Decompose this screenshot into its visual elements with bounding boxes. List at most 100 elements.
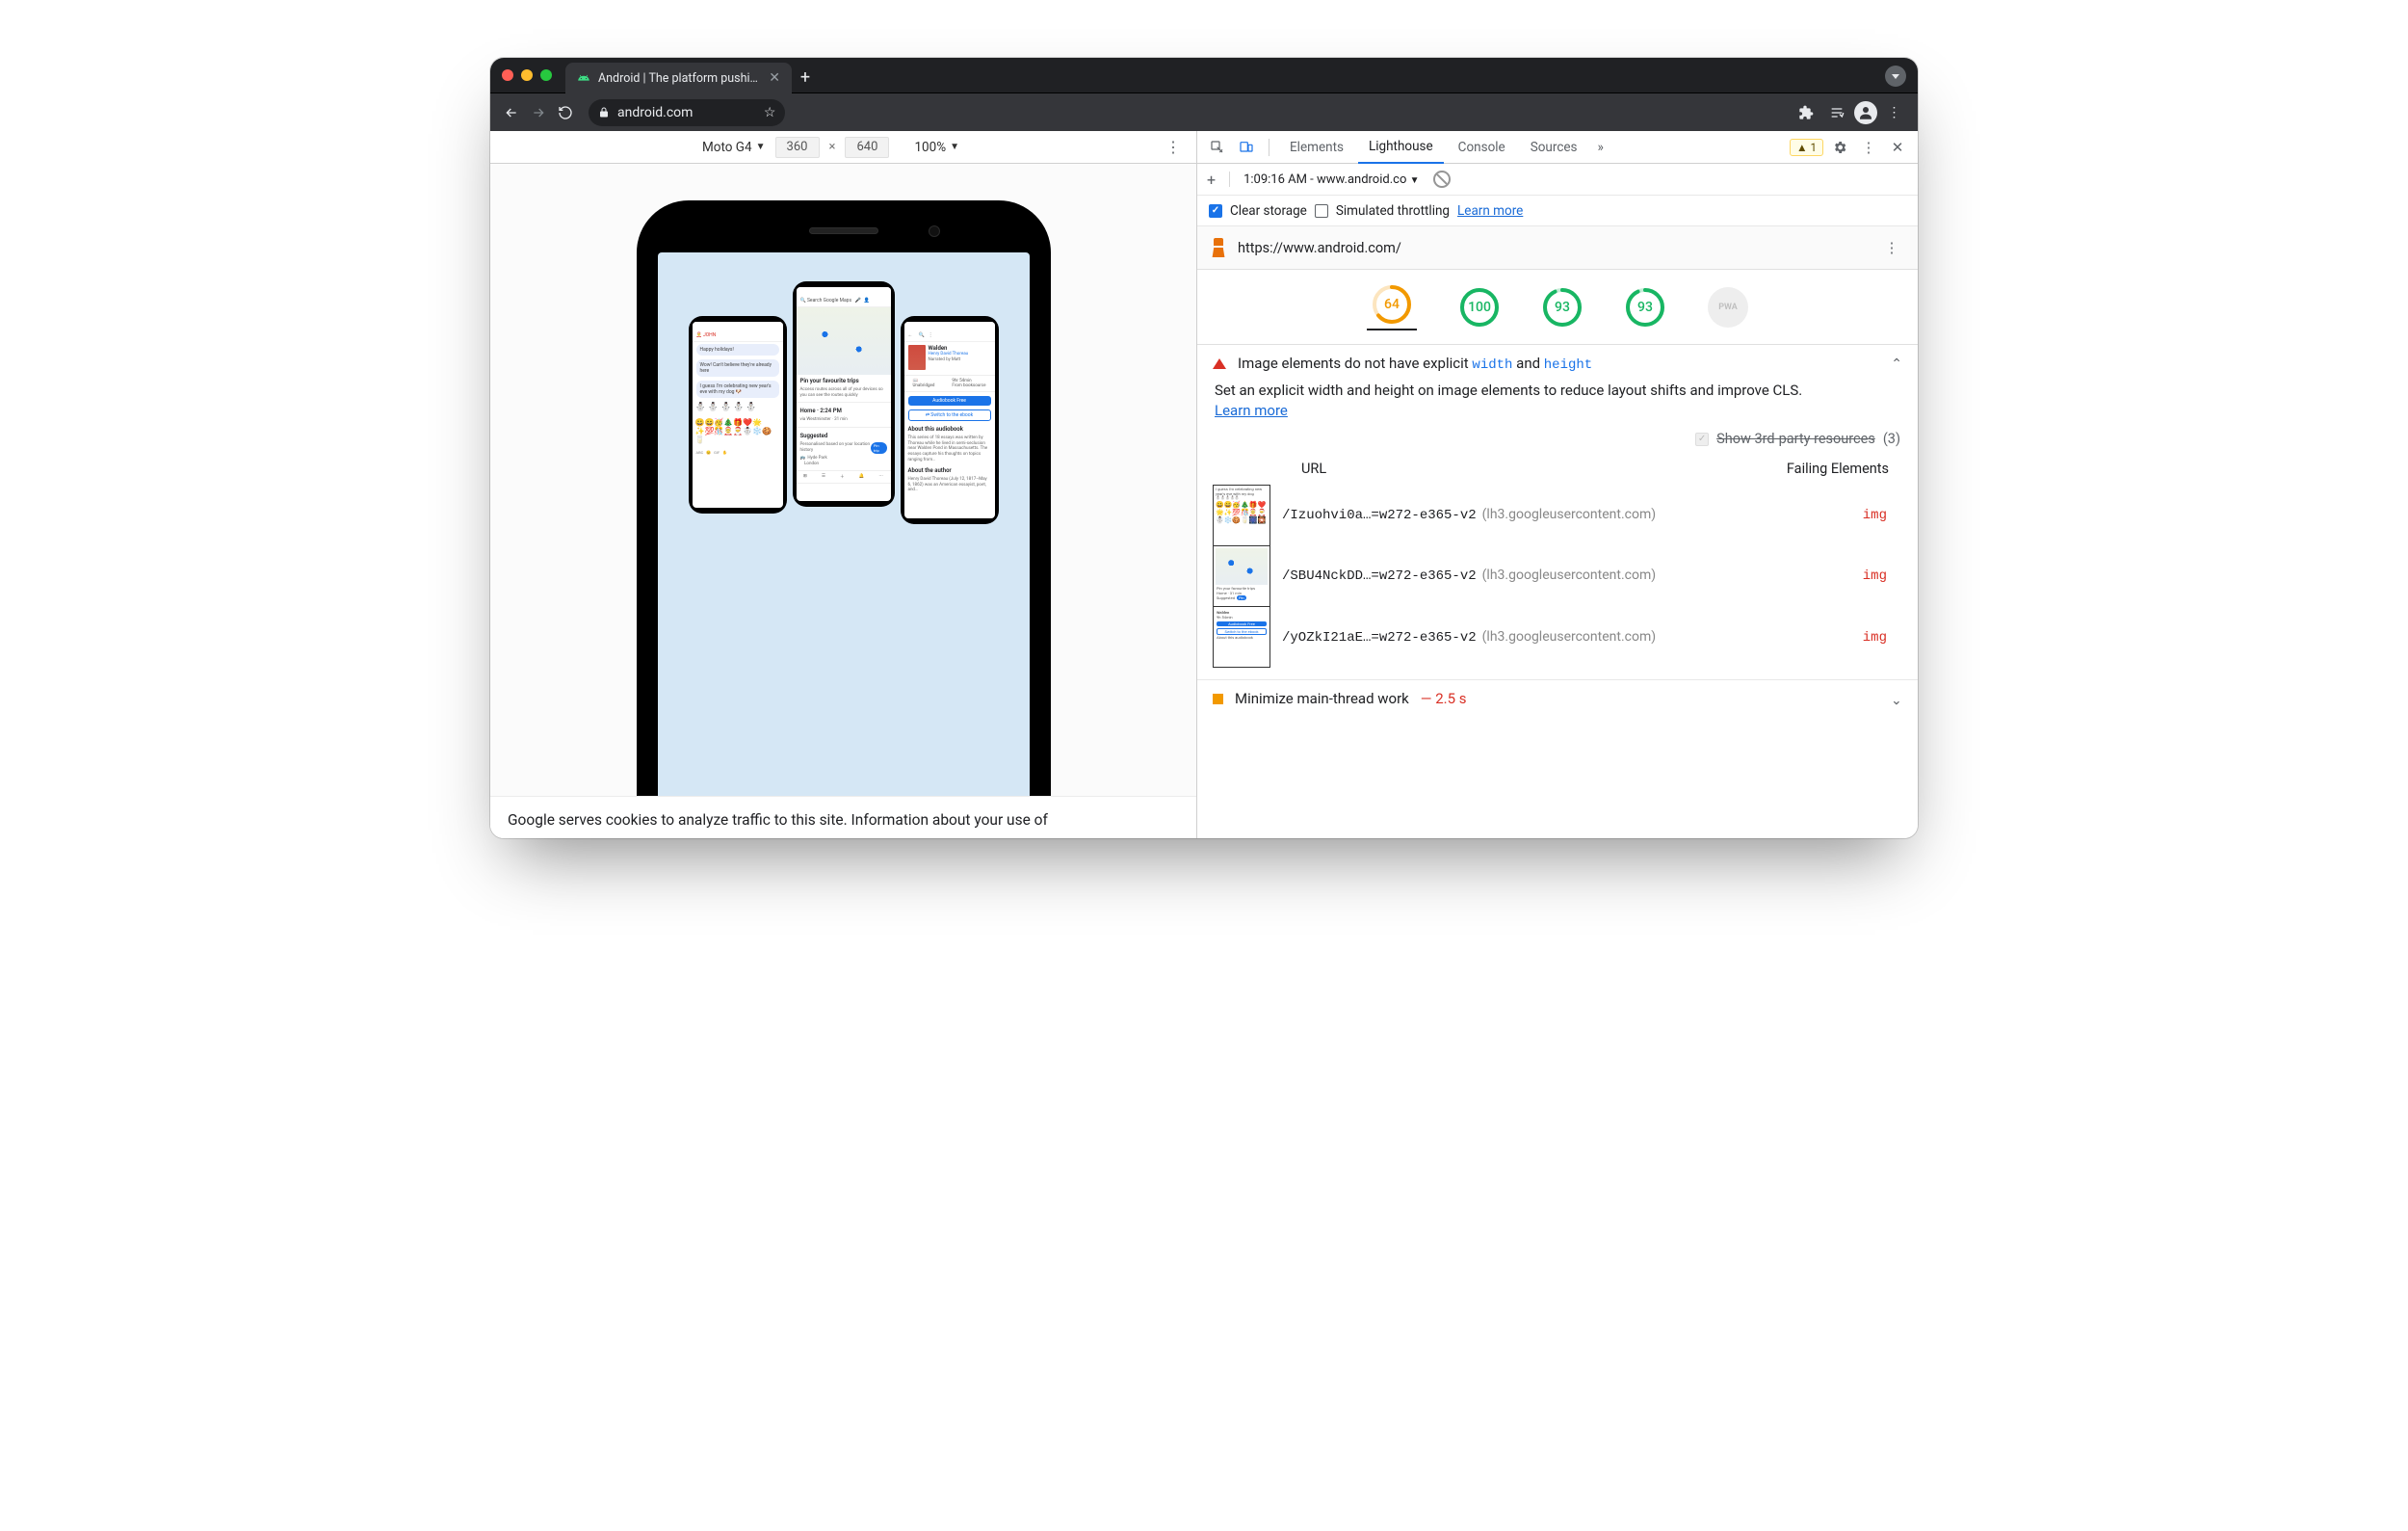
tab-lighthouse[interactable]: Lighthouse: [1358, 131, 1444, 164]
score-gauge[interactable]: 93: [1625, 287, 1665, 328]
audit-table-header: URL Failing Elements: [1213, 457, 1902, 485]
issues-badge[interactable]: ▲ 1: [1790, 139, 1823, 156]
chevron-down-icon: ⌃: [1891, 691, 1902, 706]
clear-storage-label: Clear storage: [1230, 203, 1307, 219]
table-row: /Izuohvi0a…=w272-e365-v2(lh3.googleuserc…: [1282, 507, 1902, 523]
lighthouse-options: ✓ Clear storage Simulated throttling Lea…: [1197, 196, 1918, 226]
report-menu-icon[interactable]: ⋮: [1879, 239, 1904, 256]
device-toolbar: Moto G4 ▼ × 100% ▼ ⋮: [490, 131, 1196, 164]
chrome-menu-icon[interactable]: ⋮: [1881, 105, 1908, 120]
audit-header[interactable]: Image elements do not have explicit widt…: [1213, 355, 1902, 373]
reading-list-icon[interactable]: [1823, 105, 1850, 120]
height-input[interactable]: [845, 137, 889, 158]
devtools-panel: Elements Lighthouse Console Sources » ▲ …: [1196, 131, 1918, 838]
learn-more-link[interactable]: Learn more: [1457, 203, 1523, 219]
reload-button[interactable]: [554, 101, 577, 124]
col-url: URL: [1301, 461, 1326, 477]
audit-description: Set an explicit width and height on imag…: [1215, 382, 1802, 399]
zoom-icon[interactable]: [540, 69, 552, 81]
clear-storage-checkbox[interactable]: ✓: [1209, 204, 1222, 218]
url-text: android.com: [617, 105, 693, 120]
simulated-throttling-checkbox[interactable]: [1315, 204, 1328, 218]
col-failing: Failing Elements: [1787, 461, 1889, 477]
score-gauge[interactable]: 100: [1459, 287, 1500, 328]
back-button[interactable]: [500, 101, 523, 124]
omnibox[interactable]: android.com ☆: [589, 99, 785, 126]
browser-window: Android | The platform pushing ✕ + andro…: [490, 58, 1918, 838]
audit-learn-more[interactable]: Learn more: [1215, 402, 1288, 419]
tab-title: Android | The platform pushing: [598, 71, 761, 86]
tab-search-button[interactable]: [1885, 66, 1906, 87]
lighthouse-icon: [1211, 238, 1226, 257]
devtools-settings-icon[interactable]: [1827, 140, 1852, 155]
devtools-tabbar: Elements Lighthouse Console Sources » ▲ …: [1197, 131, 1918, 164]
device-selector[interactable]: Moto G4 ▼: [702, 140, 766, 155]
score-gauges: 64 100 93 93 PWA: [1197, 270, 1918, 345]
tab-console[interactable]: Console: [1448, 131, 1516, 164]
dimension-separator: ×: [829, 140, 836, 154]
traffic-lights: [502, 58, 565, 92]
score-gauge[interactable]: 93: [1542, 287, 1583, 328]
audit-image-dimensions: Image elements do not have explicit widt…: [1197, 345, 1918, 679]
titlebar: Android | The platform pushing ✕ +: [490, 58, 1918, 93]
average-square-icon: [1213, 694, 1223, 704]
android-favicon-icon: [577, 71, 590, 85]
mini-phone-books: ← 🔍 ⋮ Walden Henry David Thoreau Narrate…: [901, 316, 999, 524]
report-selector[interactable]: 1:09:16 AM - www.android.co ▼: [1243, 172, 1419, 187]
emulated-canvas: 🤶 JOHN Happy holidays! Wow! Can't believ…: [490, 164, 1196, 838]
phone-screen[interactable]: 🤶 JOHN Happy holidays! Wow! Can't believ…: [658, 252, 1030, 838]
pwa-gauge[interactable]: PWA: [1708, 287, 1748, 328]
thumbnail-strip: I guess I'm celebrating new year's eve w…: [1213, 485, 1270, 668]
zoom-selector[interactable]: 100% ▼: [914, 140, 959, 155]
audited-url: https://www.android.com/: [1238, 240, 1868, 256]
audit2-title: Minimize main-thread work: [1235, 690, 1409, 707]
close-icon[interactable]: [502, 69, 513, 81]
mini-phone-maps: 🔍 Search Google Maps 🎤 👤 Pin your favour…: [793, 281, 895, 507]
table-row: /SBU4NckDD…=w272-e365-v2(lh3.googleuserc…: [1282, 568, 1902, 584]
tab-elements[interactable]: Elements: [1279, 131, 1354, 164]
third-party-checkbox[interactable]: ✓: [1695, 433, 1709, 446]
device-toolbar-menu-icon[interactable]: ⋮: [1165, 138, 1181, 156]
phone-speaker-icon: [809, 227, 878, 234]
caret-down-icon: ▼: [950, 142, 959, 152]
audit2-value: — 2.5 s: [1421, 690, 1467, 707]
device-toggle-icon[interactable]: [1234, 140, 1259, 155]
lighthouse-toolbar: + 1:09:16 AM - www.android.co ▼: [1197, 164, 1918, 196]
mini-phone-messaging: 🤶 JOHN Happy holidays! Wow! Can't believ…: [689, 316, 787, 514]
clear-report-icon[interactable]: [1429, 167, 1453, 191]
tab-sources[interactable]: Sources: [1520, 131, 1588, 164]
warning-icon: ▲: [1796, 141, 1807, 154]
inspect-element-icon[interactable]: [1205, 140, 1230, 155]
audit-main-thread[interactable]: Minimize main-thread work — 2.5 s ⌃: [1197, 679, 1918, 713]
cookie-banner: Google serves cookies to analyze traffic…: [490, 796, 1196, 838]
third-party-toggle[interactable]: ✓ Show 3rd-party resources (3): [1213, 427, 1902, 457]
width-input[interactable]: [775, 137, 820, 158]
new-report-button[interactable]: +: [1207, 171, 1216, 189]
new-tab-button[interactable]: +: [792, 63, 819, 92]
caret-down-icon: ▼: [756, 142, 766, 152]
score-gauge[interactable]: 64: [1367, 284, 1417, 330]
phone-frame: 🤶 JOHN Happy holidays! Wow! Can't believ…: [637, 200, 1051, 838]
devtools-close-icon[interactable]: ✕: [1885, 139, 1910, 156]
audit-title: Image elements do not have explicit widt…: [1238, 355, 1592, 373]
phone-camera-icon: [929, 225, 940, 237]
lock-icon: [598, 106, 610, 119]
device-name: Moto G4: [702, 140, 752, 155]
profile-avatar[interactable]: [1854, 101, 1877, 124]
tab-close-icon[interactable]: ✕: [769, 70, 780, 86]
bookmark-star-icon[interactable]: ☆: [764, 105, 776, 120]
warning-count: 1: [1811, 141, 1817, 154]
audited-url-row: https://www.android.com/ ⋮: [1197, 226, 1918, 270]
devtools-menu-icon[interactable]: ⋮: [1856, 139, 1881, 156]
audit-rows: /Izuohvi0a…=w272-e365-v2(lh3.googleuserc…: [1282, 485, 1902, 668]
forward-button[interactable]: [527, 101, 550, 124]
device-viewport: Moto G4 ▼ × 100% ▼ ⋮: [490, 131, 1196, 838]
minimize-icon[interactable]: [521, 69, 533, 81]
fail-triangle-icon: [1213, 358, 1226, 369]
address-bar: android.com ☆ ⋮: [490, 93, 1918, 131]
browser-tab[interactable]: Android | The platform pushing ✕: [565, 63, 792, 93]
table-row: /yOZkI21aE…=w272-e365-v2(lh3.googleuserc…: [1282, 629, 1902, 646]
more-tabs-icon[interactable]: »: [1592, 131, 1610, 164]
extensions-icon[interactable]: [1793, 105, 1819, 120]
chevron-up-icon: ⌃: [1891, 356, 1902, 372]
